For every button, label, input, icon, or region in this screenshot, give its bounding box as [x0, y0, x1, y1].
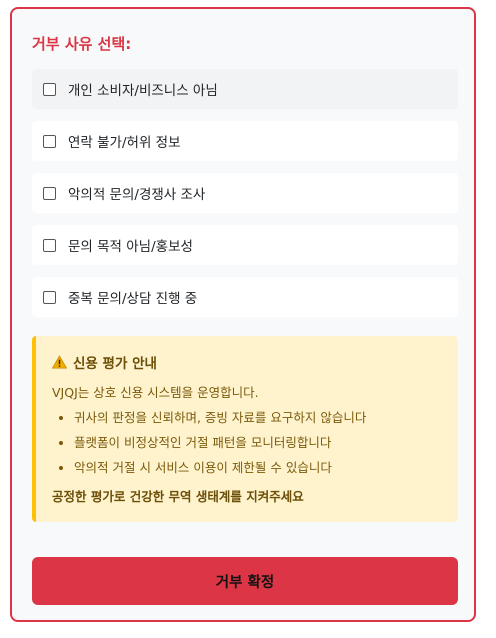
notice-heading-row: 신용 평가 안내	[52, 352, 440, 372]
option-label: 중복 문의/상담 진행 중	[68, 291, 198, 307]
checkbox[interactable]	[43, 82, 56, 96]
notice-footer: 공정한 평가로 건강한 무역 생태계를 지켜주세요	[52, 489, 304, 504]
notice-heading: 신용 평가 안내	[73, 356, 157, 372]
notice-bullet: 귀사의 판정을 신뢰하며, 증빙 자료를 요구하지 않습니다	[74, 409, 440, 426]
panel-title: 거부 사유 선택:	[32, 35, 132, 53]
checkbox[interactable]	[43, 238, 56, 252]
reason-option-duplicate[interactable]: 중복 문의/상담 진행 중	[32, 277, 458, 317]
option-label: 연락 불가/허위 정보	[68, 135, 181, 151]
notice-bullets: 귀사의 판정을 신뢰하며, 증빙 자료를 요구하지 않습니다 플랫폼이 비정상적…	[52, 409, 440, 476]
credit-notice: 신용 평가 안내 VJQJ는 상호 신용 시스템을 운영합니다. 귀사의 판정을…	[32, 336, 458, 522]
notice-bullet: 플랫폼이 비정상적인 거절 패턴을 모니터링합니다	[74, 434, 440, 451]
checkbox[interactable]	[43, 290, 56, 304]
reason-option-promotional[interactable]: 문의 목적 아님/홍보성	[32, 225, 458, 265]
warning-icon	[52, 355, 67, 369]
rejection-panel: 거부 사유 선택: 개인 소비자/비즈니스 아님 연락 불가/허위 정보 악의적…	[10, 7, 476, 622]
notice-intro: VJQJ는 상호 신용 시스템을 운영합니다.	[52, 385, 259, 400]
option-label: 개인 소비자/비즈니스 아님	[68, 83, 218, 99]
notice-bullet: 악의적 거절 시 서비스 이용이 제한될 수 있습니다	[74, 459, 440, 476]
option-label: 문의 목적 아님/홍보성	[68, 239, 193, 255]
checkbox[interactable]	[43, 186, 56, 200]
option-label: 악의적 문의/경쟁사 조사	[68, 187, 206, 203]
reason-option-unreachable[interactable]: 연락 불가/허위 정보	[32, 121, 458, 161]
confirm-reject-button[interactable]: 거부 확정	[32, 557, 458, 605]
reason-option-malicious[interactable]: 악의적 문의/경쟁사 조사	[32, 173, 458, 213]
reason-option-not-business[interactable]: 개인 소비자/비즈니스 아님	[32, 69, 458, 109]
checkbox[interactable]	[43, 134, 56, 148]
